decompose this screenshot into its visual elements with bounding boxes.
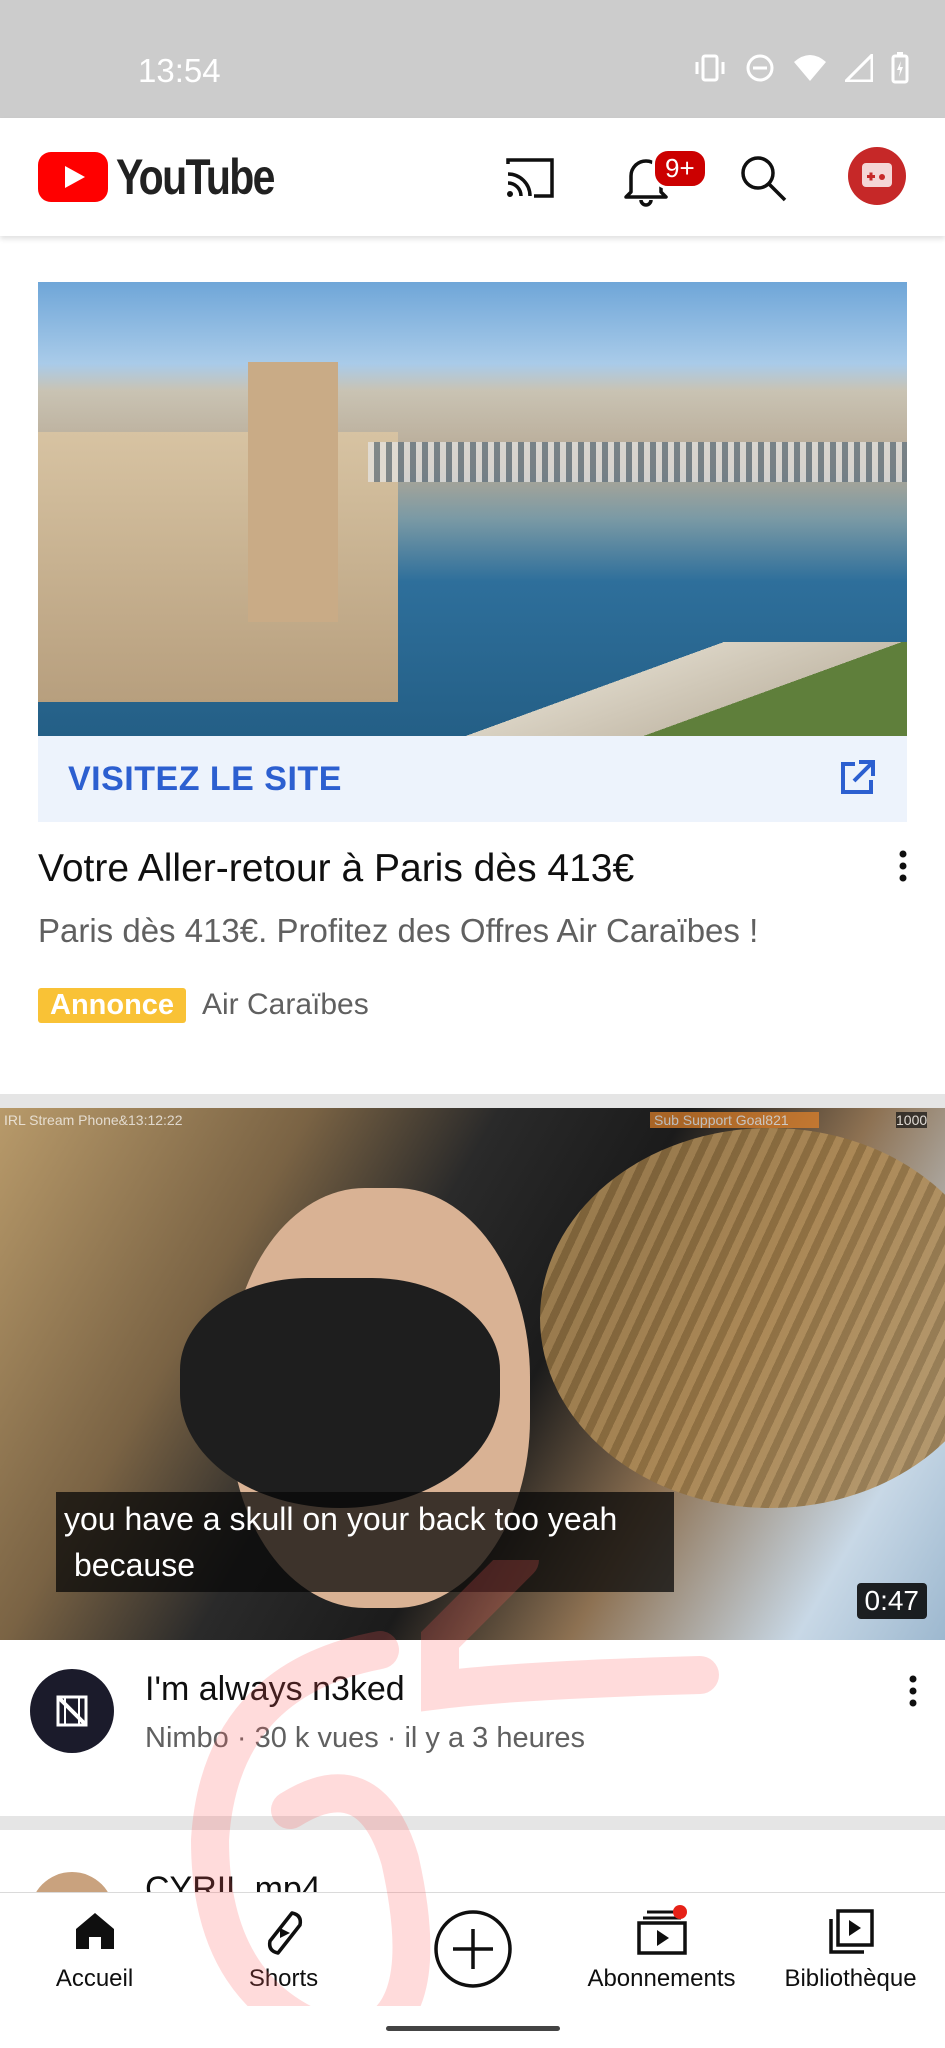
video-duration: 0:47: [856, 1583, 927, 1619]
channel-logo-icon: [56, 1695, 88, 1727]
video-more-options-icon[interactable]: [908, 1675, 918, 1707]
youtube-play-icon: [38, 152, 108, 202]
ad-description: Paris dès 413€. Profitez des Offres Air …: [38, 912, 759, 949]
vibrate-icon: [695, 54, 725, 82]
ad-image-harbour[interactable]: [38, 282, 907, 736]
video-meta: Nimbo · 30 k vues · il y a 3 heures: [145, 1722, 586, 1754]
stream-overlay-left: IRL Stream Phone&13:12:22: [4, 1112, 183, 1128]
wifi-icon: [794, 55, 826, 81]
ad-badge: Annonce: [38, 988, 187, 1023]
subscriptions-notification-dot: [673, 1905, 687, 1919]
video-title[interactable]: I'm always n3ked: [145, 1670, 405, 1709]
nav-home-label: Accueil: [55, 1965, 134, 1992]
account-avatar[interactable]: [848, 147, 906, 205]
caption-line-2: because: [74, 1547, 195, 1583]
cast-icon[interactable]: [500, 148, 560, 208]
status-bar: 13:54: [0, 0, 945, 118]
caption-line-1: you have a skull on your back too yeah: [64, 1501, 618, 1537]
home-gesture-handle[interactable]: [386, 2026, 560, 2031]
video-caption: you have a skull on your back too yeah b…: [56, 1492, 674, 1592]
stream-overlay-goal: Sub Support Goal821: [650, 1112, 819, 1128]
shorts-icon: [267, 1911, 302, 1955]
nav-library[interactable]: Bibliothèque: [756, 1893, 945, 2007]
bottom-navigation: Accueil Shorts Abonnements Bibliothèque: [0, 1892, 945, 2007]
nav-shorts-label: Shorts: [248, 1965, 319, 1992]
search-icon[interactable]: [733, 148, 793, 208]
do-not-disturb-icon: [746, 54, 774, 82]
youtube-logo[interactable]: YouTube: [38, 148, 308, 206]
nav-subscriptions-label: Abonnements: [587, 1965, 736, 1992]
home-icon: [75, 1913, 114, 1949]
nav-shorts[interactable]: Shorts: [189, 1893, 378, 2007]
status-icons: [693, 52, 909, 84]
external-link-icon: [841, 760, 875, 794]
signal-icon: [845, 54, 873, 82]
app-bar: YouTube: [0, 118, 945, 236]
feed-divider: [0, 1816, 945, 1830]
nav-subscriptions[interactable]: Abonnements: [567, 1893, 756, 2007]
stream-overlay-count: 1000: [896, 1112, 928, 1128]
nav-home[interactable]: Accueil: [0, 1893, 189, 2007]
ad-card[interactable]: VISITEZ LE SITE Votre Aller-retour à Par…: [38, 282, 907, 1023]
visit-site-button[interactable]: VISITEZ LE SITE: [38, 736, 907, 822]
visit-site-label: VISITEZ LE SITE: [68, 760, 342, 798]
gamepad-avatar-icon: [862, 163, 892, 187]
channel-avatar[interactable]: [30, 1669, 114, 1753]
create-icon: [433, 1910, 512, 1988]
ad-title[interactable]: Votre Aller-retour à Paris dès 413€: [38, 847, 634, 891]
nav-library-label: Bibliothèque: [784, 1965, 917, 1992]
notification-badge: 9+: [652, 148, 708, 189]
nav-create[interactable]: [378, 1893, 567, 2007]
logo-text: YouTube: [116, 149, 275, 205]
feed-divider: [0, 1094, 945, 1108]
ad-advertiser: Air Caraïbes: [202, 988, 369, 1021]
ad-more-options-icon[interactable]: [898, 850, 908, 882]
status-time: 13:54: [138, 52, 221, 89]
battery-icon: [891, 52, 909, 84]
library-icon: [828, 1909, 874, 1954]
